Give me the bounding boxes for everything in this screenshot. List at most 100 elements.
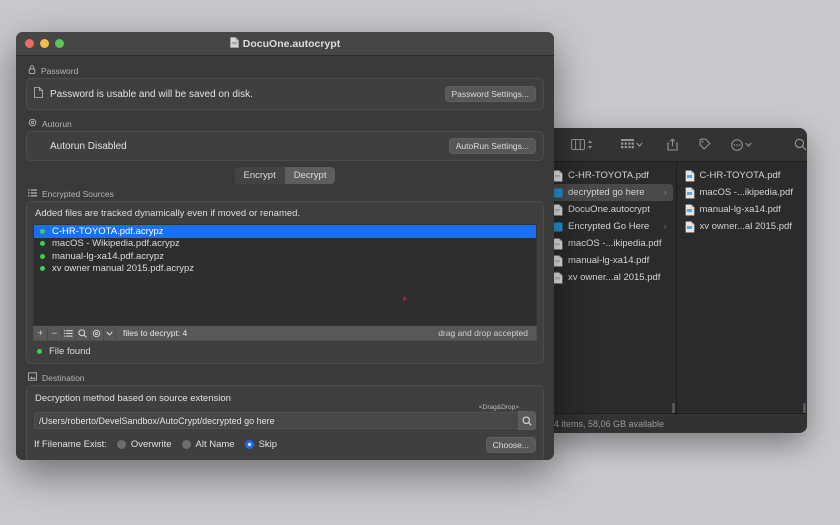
finder-list-item[interactable]: decrypted go here › xyxy=(548,184,673,201)
search-icon xyxy=(522,416,532,426)
source-list-item[interactable]: macOS - Wikipedia.pdf.acrypz xyxy=(34,238,536,251)
password-section-label: Password xyxy=(41,66,78,76)
finder-list-item[interactable]: xv owner...al 2015.pdf xyxy=(548,269,673,286)
drop-marker-icon: + xyxy=(402,294,407,304)
chevron-right-icon: › xyxy=(664,188,667,197)
finder-list-item[interactable]: C-HR-TOYOTA.pdf xyxy=(548,167,673,184)
remove-source-button[interactable]: − xyxy=(48,327,62,340)
tab-decrypt[interactable]: Decrypt xyxy=(285,167,336,184)
sources-list-toolbar[interactable]: + − files to decrypt: 4 drag a xyxy=(33,326,537,341)
finder-list-item[interactable]: macOS -...ikipedia.pdf xyxy=(548,235,673,252)
destination-panel: Decryption method based on source extens… xyxy=(26,385,544,460)
grid-arrange-icon[interactable] xyxy=(621,139,643,150)
source-list-item[interactable]: C-HR-TOYOTA.pdf.acrypz xyxy=(34,225,536,238)
list-icon xyxy=(28,189,37,199)
chevron-down-icon[interactable] xyxy=(104,327,116,340)
radio-alt-name-indicator[interactable] xyxy=(182,440,191,449)
add-source-button[interactable]: + xyxy=(34,327,48,340)
file-icon xyxy=(553,238,563,250)
status-dot-icon xyxy=(40,254,45,259)
source-file-name: macOS - Wikipedia.pdf.acrypz xyxy=(52,238,180,249)
finder-toolbar[interactable] xyxy=(545,128,807,162)
radio-overwrite[interactable]: Overwrite xyxy=(117,439,172,450)
radio-overwrite-indicator[interactable] xyxy=(117,440,126,449)
pdf-file-icon xyxy=(685,187,695,199)
source-list-item[interactable]: manual-lg-xa14.pdf.acrypz xyxy=(34,250,536,263)
finder-columns: C-HR-TOYOTA.pdf decrypted go here › DocuOne… xyxy=(545,162,807,414)
destination-path-input[interactable]: /Users/roberto/DevelSandbox/AutoCrypt/de… xyxy=(34,412,518,429)
tab-encrypt[interactable]: Encrypt xyxy=(235,167,285,184)
search-icon[interactable] xyxy=(76,327,90,340)
minimize-button[interactable] xyxy=(40,39,49,48)
finder-item-name: macOS -...ikipedia.pdf xyxy=(700,187,799,198)
source-list-item[interactable]: xv owner manual 2015.pdf.acrypz xyxy=(34,263,536,276)
sources-list[interactable]: + C-HR-TOYOTA.pdf.acrypzmacOS - Wikipedi… xyxy=(33,224,537,326)
filename-exists-row[interactable]: If Filename Exist: Overwrite Alt Name Sk… xyxy=(27,430,543,460)
finder-item-name: xv owner...al 2015.pdf xyxy=(700,221,799,232)
finder-status-bar: 4 items, 58,06 GB available xyxy=(545,413,807,433)
app-titlebar[interactable]: DocuOne.autocrypt xyxy=(16,32,554,56)
path-search-button[interactable] xyxy=(518,411,536,430)
finder-item-name: C-HR-TOYOTA.pdf xyxy=(700,170,799,181)
zoom-button[interactable] xyxy=(55,39,64,48)
tag-icon[interactable] xyxy=(698,138,711,151)
column-view-icon[interactable] xyxy=(571,139,593,150)
drag-drop-hint: drag and drop accepted xyxy=(438,328,536,338)
files-to-decrypt-count: files to decrypt: 4 xyxy=(116,328,187,338)
finder-list-item[interactable]: Encrypted Go Here› xyxy=(548,218,673,235)
app-body: Password Password is usable and will be … xyxy=(16,56,554,460)
source-file-name: manual-lg-xa14.pdf.acrypz xyxy=(52,251,164,262)
window-title-text: DocuOne.autocrypt xyxy=(243,38,340,50)
finder-item-name: decrypted go here xyxy=(568,187,659,198)
list-icon[interactable] xyxy=(62,327,76,340)
autorun-section-header: Autorun xyxy=(26,115,544,131)
finder-item-name: C-HR-TOYOTA.pdf xyxy=(568,170,667,181)
desktop: C-HR-TOYOTA.pdf decrypted go here › DocuOne… xyxy=(0,0,840,525)
finder-list-item[interactable]: xv owner...al 2015.pdf xyxy=(680,218,805,235)
finder-list-item[interactable]: DocuOne.autocrypt xyxy=(548,201,673,218)
mode-tabs[interactable]: Encrypt Decrypt xyxy=(26,167,544,184)
filename-exists-label: If Filename Exist: xyxy=(34,439,107,450)
chevron-right-icon: › xyxy=(664,222,667,231)
ellipsis-circle-icon[interactable] xyxy=(731,139,752,151)
gear-icon[interactable] xyxy=(90,327,104,340)
decryption-method-text: Decryption method based on source extens… xyxy=(27,386,543,406)
folder-image-icon xyxy=(28,372,37,383)
radio-alt-name-label: Alt Name xyxy=(196,439,235,450)
password-panel: Password is usable and will be saved on … xyxy=(26,78,544,110)
share-icon[interactable] xyxy=(667,138,678,151)
finder-column-left[interactable]: C-HR-TOYOTA.pdf decrypted go here › DocuOne… xyxy=(545,162,677,414)
destination-section-header: Destination xyxy=(26,369,544,385)
finder-list-item[interactable]: C-HR-TOYOTA.pdf xyxy=(680,167,805,184)
password-section-header: Password xyxy=(26,62,544,78)
choose-destination-button[interactable]: Choose... xyxy=(486,437,536,453)
close-button[interactable] xyxy=(25,39,34,48)
radio-skip-indicator[interactable] xyxy=(245,440,254,449)
folder-icon xyxy=(553,221,563,233)
password-settings-button[interactable]: Password Settings... xyxy=(445,86,536,102)
autorun-settings-button[interactable]: AutoRun Settings... xyxy=(449,138,536,154)
gear-icon xyxy=(28,118,37,129)
finder-list-item[interactable]: manual-lg-xa14.pdf xyxy=(680,201,805,218)
password-status-text: Password is usable and will be saved on … xyxy=(50,89,445,100)
finder-list-item[interactable]: macOS -...ikipedia.pdf xyxy=(680,184,805,201)
finder-column-right[interactable]: C-HR-TOYOTA.pdf macOS -...ikipedia.pdf man… xyxy=(677,162,808,414)
status-dot-icon xyxy=(40,229,45,234)
finder-window[interactable]: C-HR-TOYOTA.pdf decrypted go here › DocuOne… xyxy=(545,128,807,433)
file-icon xyxy=(553,255,563,267)
finder-item-name: xv owner...al 2015.pdf xyxy=(568,272,667,283)
sources-panel: Added files are tracked dynamically even… xyxy=(26,201,544,364)
destination-path-row[interactable]: /Users/roberto/DevelSandbox/AutoCrypt/de… xyxy=(27,411,543,430)
pdf-file-icon xyxy=(685,170,695,182)
sources-legend-label: File found xyxy=(49,346,91,357)
sources-note: Added files are tracked dynamically even… xyxy=(27,202,543,224)
source-file-name: xv owner manual 2015.pdf.acrypz xyxy=(52,263,194,274)
radio-alt-name[interactable]: Alt Name xyxy=(182,439,235,450)
folder-icon xyxy=(553,187,563,199)
status-dot-icon xyxy=(40,266,45,271)
traffic-lights[interactable] xyxy=(16,39,64,48)
app-window[interactable]: DocuOne.autocrypt Password Password is u… xyxy=(16,32,554,460)
search-icon[interactable] xyxy=(794,138,807,151)
radio-skip[interactable]: Skip xyxy=(245,439,277,450)
finder-list-item[interactable]: manual-lg-xa14.pdf xyxy=(548,252,673,269)
